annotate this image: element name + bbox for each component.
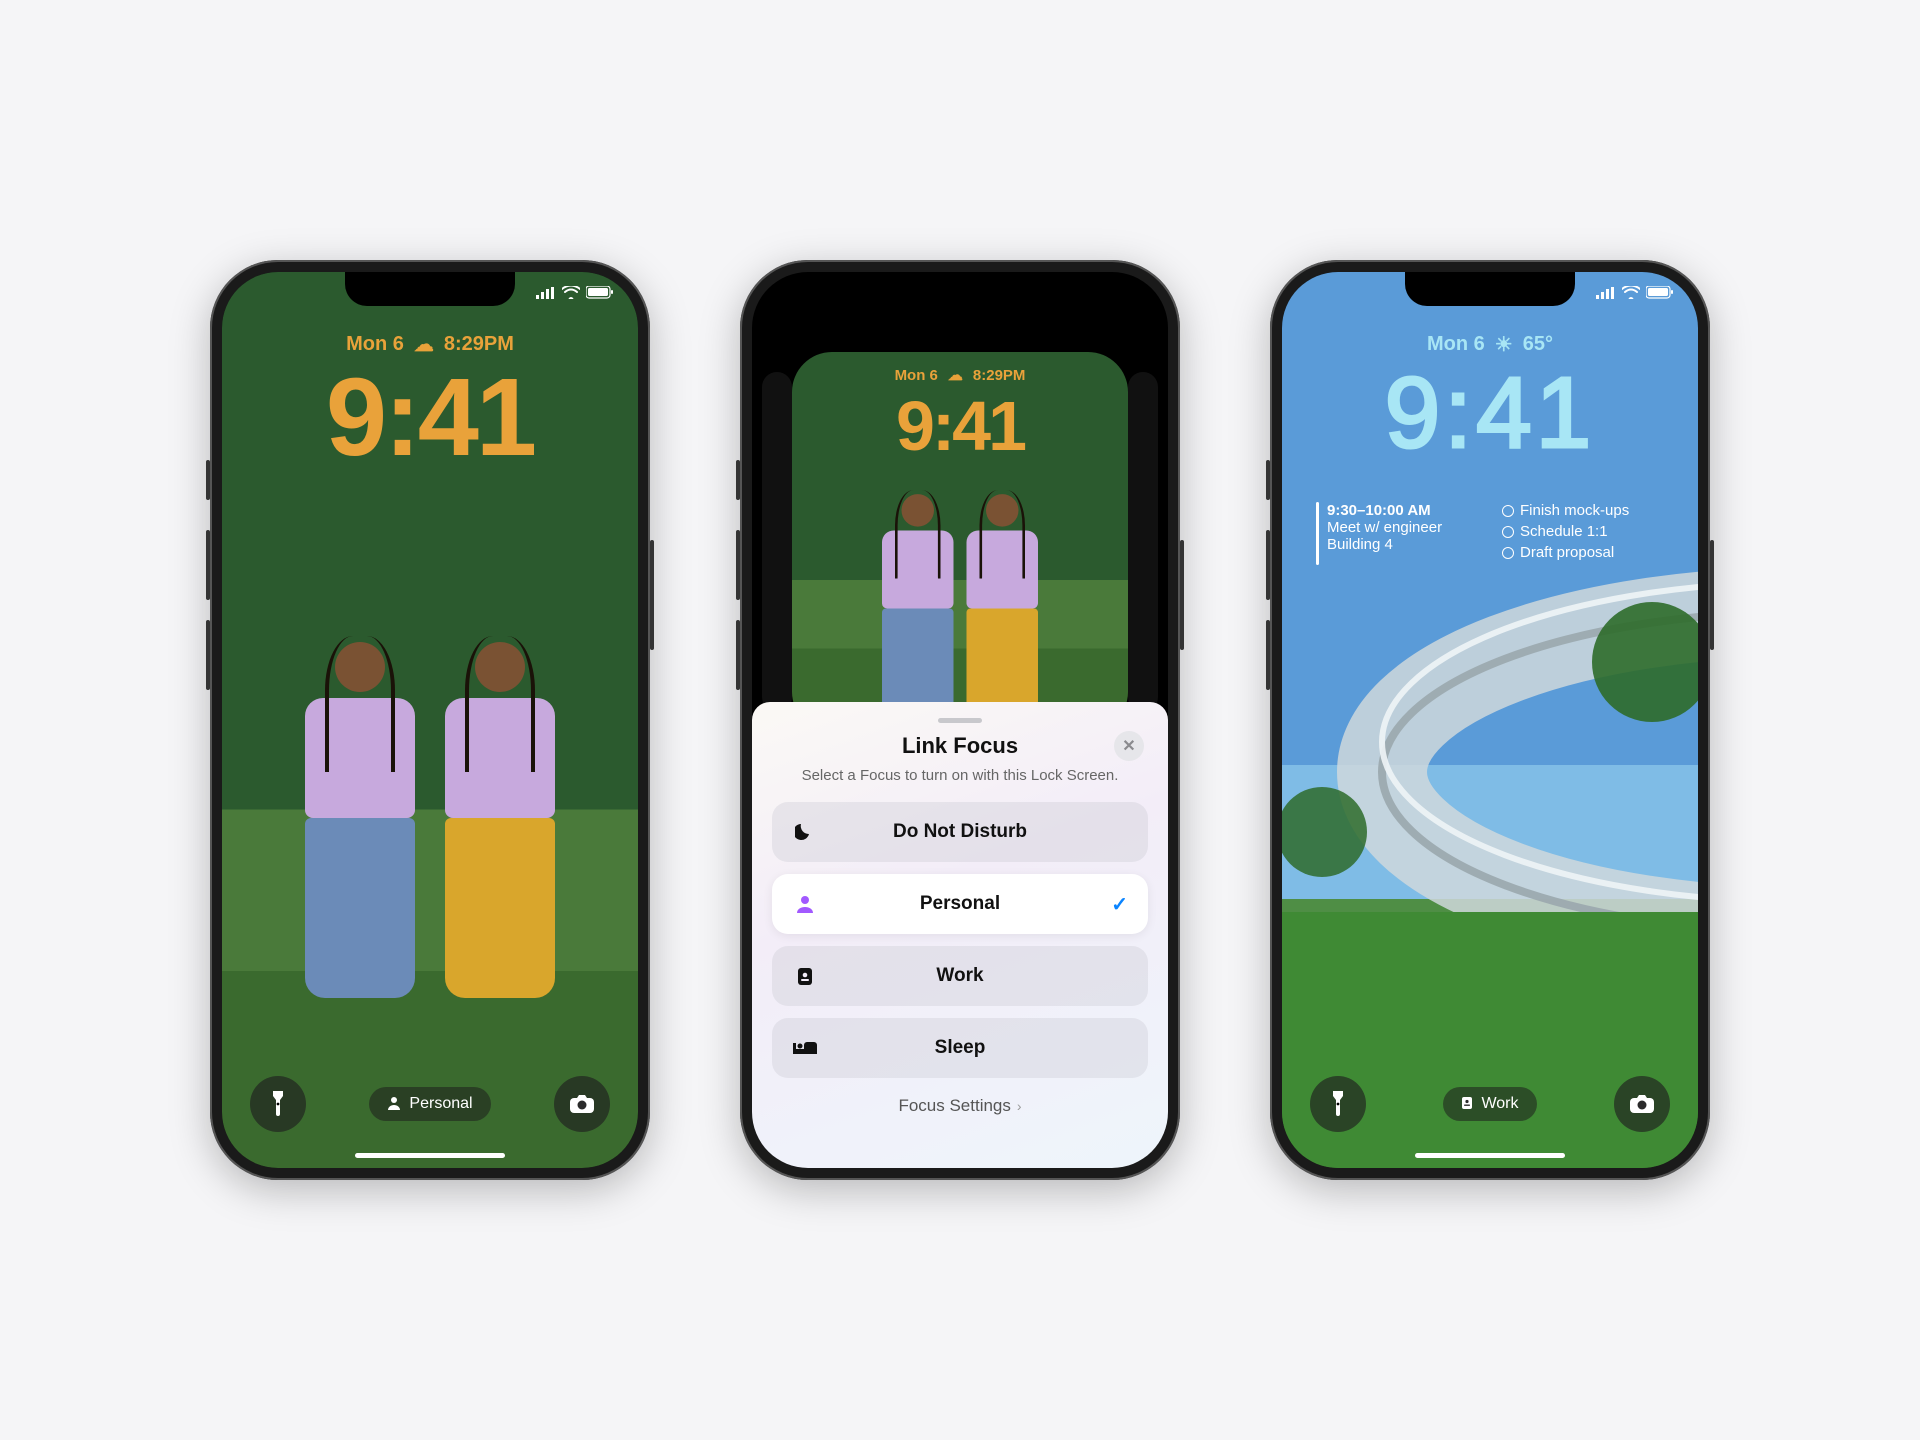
home-indicator[interactable] [355, 1153, 505, 1158]
calendar-title: Meet w/ engineer [1327, 519, 1442, 536]
weather-icon: ☁︎ [948, 366, 963, 384]
lockscreen-date-line: Mon 6 ☀︎ 65° [1427, 332, 1553, 357]
notch [875, 272, 1045, 306]
switcher-peek-left[interactable] [762, 372, 792, 712]
camera-icon [569, 1094, 595, 1114]
focus-item-personal[interactable]: Personal ✓ [772, 874, 1148, 934]
calendar-time-range: 9:30–10:00 AM [1327, 502, 1442, 519]
lockscreen-time: 9:41 [1282, 363, 1698, 463]
lockscreen-date: Mon 6 [346, 333, 404, 356]
battery-icon [586, 286, 614, 299]
phone-center: Mon 6 ☁︎ 8:29PM 9:41 Link Focus ✕ Select… [740, 260, 1180, 1180]
lockscreen-widgets: 9:30–10:00 AM Meet w/ engineer Building … [1316, 502, 1664, 565]
flashlight-icon [268, 1091, 288, 1117]
reminder-bullet-icon [1502, 526, 1514, 538]
lockscreen-date: Mon 6 [1427, 333, 1485, 356]
focus-item-sleep[interactable]: Sleep [772, 1018, 1148, 1078]
flashlight-icon [1328, 1091, 1348, 1117]
close-button[interactable]: ✕ [1114, 731, 1144, 761]
lockscreen-date-line: Mon 6 ☁︎ 8:29PM [346, 332, 514, 357]
status-bar [536, 286, 614, 299]
calendar-location: Building 4 [1327, 536, 1442, 553]
focus-pill-label: Work [1481, 1095, 1518, 1113]
sheet-grabber[interactable] [938, 718, 982, 723]
battery-icon [1646, 286, 1674, 299]
lockscreen-preview-card[interactable]: Mon 6 ☁︎ 8:29PM 9:41 [792, 352, 1128, 732]
focus-item-work[interactable]: Work [772, 946, 1148, 1006]
focus-pill[interactable]: Work [1443, 1087, 1536, 1121]
sheet-title: Link Focus [902, 733, 1018, 759]
focus-settings-link[interactable]: Focus Settings › [898, 1096, 1021, 1116]
wifi-icon [1622, 286, 1640, 299]
home-indicator[interactable] [1415, 1153, 1565, 1158]
notch [345, 272, 515, 306]
switcher-peek-right[interactable] [1128, 372, 1158, 712]
notch [1405, 272, 1575, 306]
phone-right: Mon 6 ☀︎ 65° 9:41 9:30–10:00 AM Meet w/ … [1270, 260, 1710, 1180]
close-icon: ✕ [1122, 736, 1135, 756]
focus-pill-label: Personal [409, 1095, 472, 1113]
calendar-widget[interactable]: 9:30–10:00 AM Meet w/ engineer Building … [1316, 502, 1478, 565]
link-focus-sheet: Link Focus ✕ Select a Focus to turn on w… [752, 702, 1168, 1168]
reminder-bullet-icon [1502, 505, 1514, 517]
flashlight-button[interactable] [1310, 1076, 1366, 1132]
cellular-icon [536, 287, 556, 299]
chevron-right-icon: › [1017, 1098, 1022, 1114]
reminders-widget[interactable]: Finish mock-ups Schedule 1:1 Draft propo… [1502, 502, 1664, 565]
reminder-item: Draft proposal [1520, 544, 1614, 561]
lockscreen-weather: 8:29PM [444, 333, 514, 356]
reminder-bullet-icon [1502, 547, 1514, 559]
check-icon: ✓ [1111, 892, 1128, 917]
camera-button[interactable] [554, 1076, 610, 1132]
focus-item-label: Personal [792, 893, 1128, 915]
cellular-icon [1596, 287, 1616, 299]
status-bar [1596, 286, 1674, 299]
focus-item-label: Sleep [792, 1037, 1128, 1059]
person-icon [387, 1096, 401, 1113]
focus-pill[interactable]: Personal [369, 1087, 490, 1121]
phone-left: Mon 6 ☁︎ 8:29PM 9:41 Personal [210, 260, 650, 1180]
camera-button[interactable] [1614, 1076, 1670, 1132]
focus-item-label: Work [792, 965, 1128, 987]
reminder-item: Schedule 1:1 [1520, 523, 1608, 540]
camera-icon [1629, 1094, 1655, 1114]
reminder-item: Finish mock-ups [1520, 502, 1629, 519]
flashlight-button[interactable] [250, 1076, 306, 1132]
sheet-subtitle: Select a Focus to turn on with this Lock… [802, 767, 1119, 784]
preview-time: 9:41 [792, 391, 1128, 461]
sun-icon: ☀︎ [1495, 332, 1513, 357]
focus-item-dnd[interactable]: Do Not Disturb [772, 802, 1148, 862]
focus-item-label: Do Not Disturb [792, 821, 1128, 843]
wifi-icon [562, 286, 580, 299]
weather-icon: ☁︎ [414, 332, 434, 357]
preview-date-line: Mon 6 ☁︎ 8:29PM [895, 366, 1026, 384]
lockscreen-time: 9:41 [222, 363, 638, 473]
badge-icon [1461, 1096, 1473, 1113]
lockscreen-weather: 65° [1523, 333, 1553, 356]
